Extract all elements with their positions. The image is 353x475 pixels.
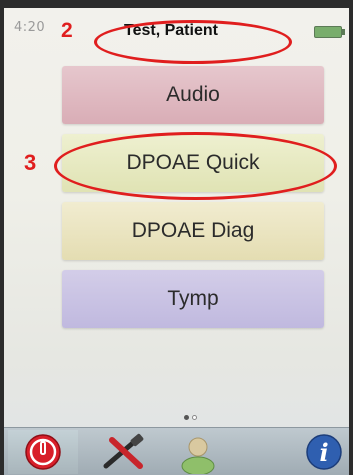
device-frame: 4:20 Test, Patient Audio DPOAE Quick DPO… — [0, 0, 353, 475]
annotation-ring-dpoae-quick — [54, 132, 337, 200]
annotation-marker-3: 3 — [24, 150, 37, 175]
page-dot-active — [184, 415, 189, 420]
annotation-ring-patient — [94, 20, 292, 64]
info-button[interactable]: i — [302, 430, 346, 474]
annotation-marker-2: 2 — [61, 19, 73, 42]
person-icon — [181, 437, 215, 474]
battery-icon — [314, 26, 345, 38]
power-icon — [25, 434, 61, 470]
dpoae-diag-button[interactable]: DPOAE Diag — [62, 202, 324, 260]
svg-text:i: i — [319, 438, 328, 467]
page-indicator — [184, 415, 197, 420]
patient-button[interactable] — [164, 430, 232, 474]
screen: 4:20 Test, Patient Audio DPOAE Quick DPO… — [4, 8, 349, 475]
tymp-button[interactable]: Tymp — [62, 270, 324, 328]
power-button[interactable] — [8, 430, 78, 474]
tools-icon — [103, 433, 144, 469]
clock: 4:20 — [14, 20, 46, 35]
tools-button[interactable] — [88, 430, 158, 474]
audio-button[interactable]: Audio — [62, 66, 324, 124]
page-dot-inactive — [192, 415, 197, 420]
info-icon: i — [306, 434, 342, 470]
bottom-toolbar: i — [4, 427, 349, 475]
